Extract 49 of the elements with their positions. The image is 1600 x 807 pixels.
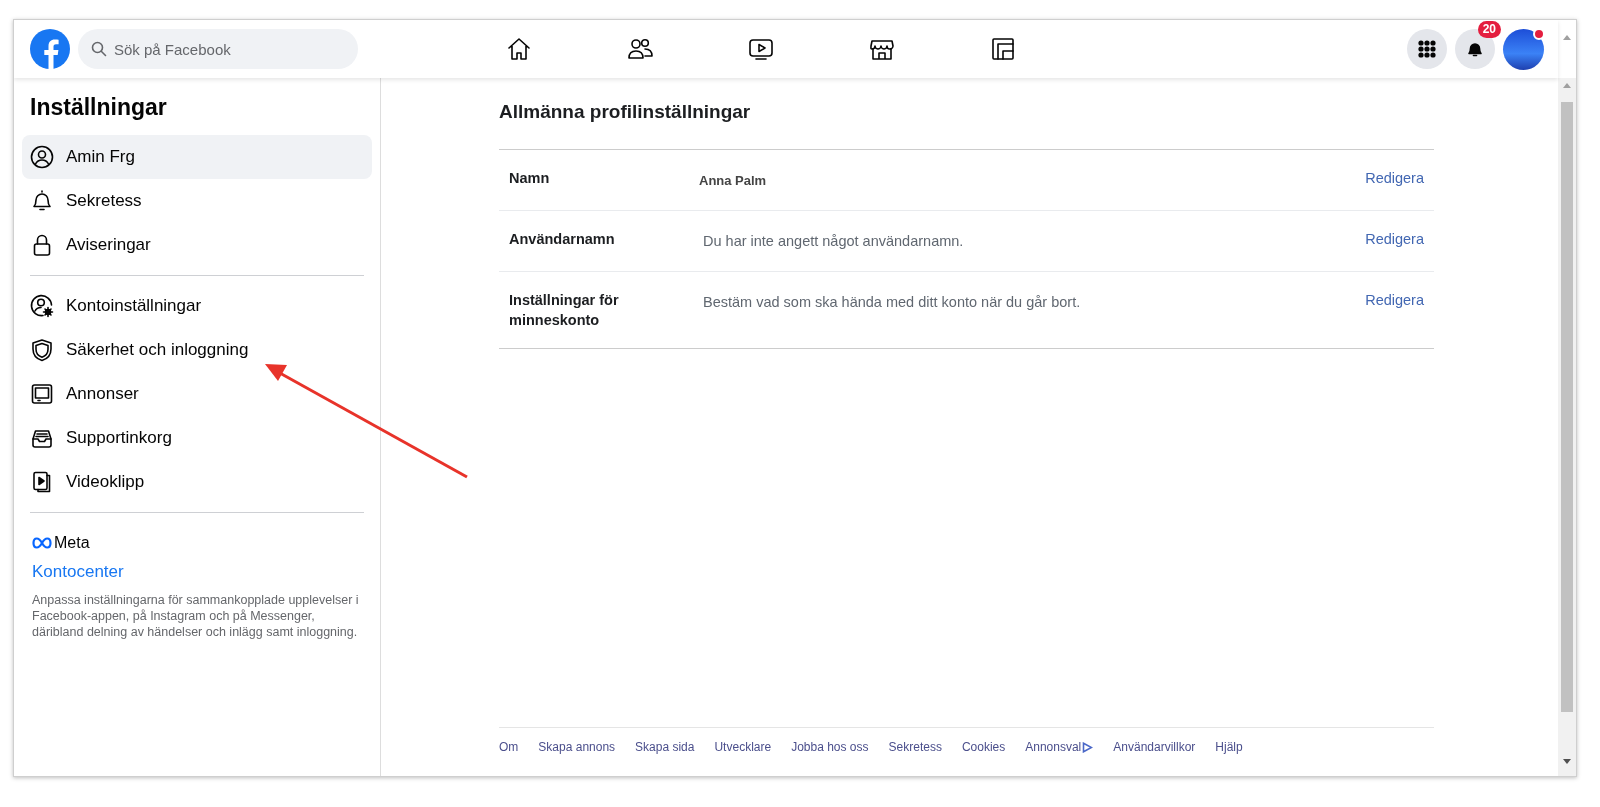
footer-link[interactable]: Skapa sida [635, 738, 695, 756]
bell-icon [1466, 40, 1484, 58]
avatar[interactable] [1503, 28, 1544, 70]
sidebar-item[interactable]: Säkerhet och inloggning [22, 327, 372, 372]
sidebar-item[interactable]: Kontoinställningar [22, 283, 372, 328]
sidebar-item[interactable]: Amin Frg [22, 134, 372, 179]
grid-icon [1417, 39, 1437, 59]
accounts-center-description: Anpassa inställningarna för sammankopplade upplevelser i Facebook-appen, på Instagram och på Messenger, däribland delning av händelser och inlägg samt inloggning. [32, 592, 360, 640]
footer-link[interactable]: Jobba hos oss [791, 738, 869, 756]
setting-value: Anna Palm [699, 171, 767, 190]
play-triangle-icon [1082, 741, 1094, 753]
shield-icon [30, 337, 54, 362]
footer-link[interactable]: Användarvillkor [1113, 738, 1196, 756]
footer-link[interactable]: Hjälp [1215, 738, 1243, 756]
page-title: Allmänna profilinställningar [499, 100, 752, 124]
scroll-up-icon[interactable] [1563, 34, 1571, 40]
edit-link[interactable]: Redigera [1365, 289, 1424, 310]
footer-link[interactable]: Sekretess [888, 738, 942, 756]
footer-link[interactable]: Cookies [961, 738, 1006, 756]
setting-hint: Bestäm vad som ska hända med ditt konto när du går bort. [702, 292, 1081, 312]
setting-hint: Du har inte angett något användarnamn. [702, 231, 964, 251]
sidebar-item[interactable]: Aviseringar [22, 222, 372, 267]
menu-button[interactable] [1407, 29, 1447, 69]
meta-wordmark: Meta [54, 532, 90, 553]
setting-label: Användarnamn [509, 229, 616, 249]
sidebar-item[interactable]: Annonser [22, 371, 372, 416]
infinity-logo-icon [32, 536, 52, 549]
account-gear-icon [30, 293, 54, 318]
profile-icon [30, 144, 54, 169]
sidebar-item[interactable]: Sekretess [22, 178, 372, 223]
footer-link[interactable]: Skapa annons [538, 738, 616, 756]
monitor-icon [30, 381, 54, 406]
sidebar-item[interactable]: Videoklipp [22, 459, 372, 504]
sidebar-item[interactable]: Supportinkorg [22, 415, 372, 460]
setting-label: Inställningar för minneskonto [509, 290, 620, 330]
search-field[interactable]: Sök på Facebook [78, 29, 358, 69]
accounts-center-link[interactable]: Kontocenter [32, 561, 124, 581]
notification-count: 20 [1477, 21, 1501, 38]
scrollbar[interactable] [1558, 78, 1576, 776]
footer-link[interactable]: Annonsval [1025, 738, 1094, 756]
footer-link[interactable]: Om [499, 738, 519, 756]
footer-link[interactable]: Utvecklare [714, 738, 772, 756]
bell-icon [30, 188, 54, 213]
setting-label: Namn [509, 168, 551, 188]
settings-title: Inställningar [30, 93, 168, 122]
edit-link[interactable]: Redigera [1365, 228, 1424, 249]
scroll-down-icon[interactable] [1563, 759, 1571, 764]
facebook-logo-icon[interactable] [30, 29, 70, 69]
edit-link[interactable]: Redigera [1365, 167, 1424, 188]
